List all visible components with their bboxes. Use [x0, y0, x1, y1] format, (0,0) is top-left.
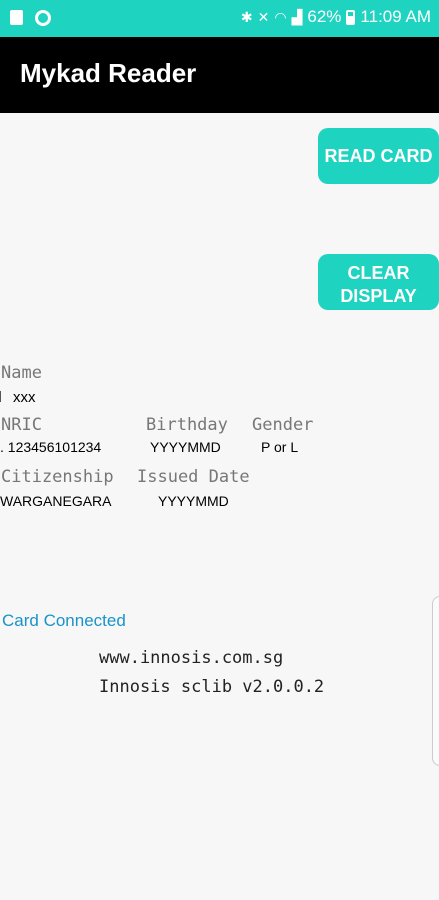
gender-value: P or L [261, 439, 299, 455]
birthday-label: Birthday [146, 415, 228, 435]
signal-icon: ▟ [291, 9, 303, 25]
connection-status: Card Connected [2, 611, 126, 630]
clear-display-button[interactable]: CLEAR DISPLAY [318, 254, 439, 310]
battery-percent: 62% [307, 7, 342, 26]
bluetooth-icon: ✱ [240, 9, 253, 25]
nric-label: NRIC [1, 415, 42, 435]
version-text: Innosis sclib v2.0.0.2 [99, 677, 325, 697]
nric-number: 123456101234 [7, 439, 102, 455]
birthday-value: YYYYMMD [150, 439, 221, 455]
text-cursor [0, 391, 1, 402]
issued-date-value: YYYYMMD [158, 493, 229, 509]
wifi-icon: ◠ [274, 9, 287, 25]
gender-label: Gender [252, 415, 314, 435]
read-card-button[interactable]: READ CARD [318, 128, 439, 184]
battery-icon [346, 9, 356, 25]
citizenship-label: Citizenship [1, 467, 114, 487]
notification-circle-icon [35, 10, 51, 26]
clock: 11:09 AM [360, 7, 431, 26]
system-indicators: ✱ ✕ ◠ ▟ 62% 11:09 AM [241, 7, 431, 27]
citizenship-value: WARGANEGARA [0, 493, 112, 509]
nric-value: . 123456101234 [0, 439, 102, 455]
notification-icons [10, 10, 51, 26]
website-text: www.innosis.com.sg [99, 648, 284, 668]
issued-date-label: Issued Date [137, 467, 250, 487]
edge-panel-handle[interactable] [432, 596, 439, 766]
name-value: xxx [13, 389, 36, 406]
app-bar: Mykad Reader [0, 37, 439, 113]
status-bar: ✱ ✕ ◠ ▟ 62% 11:09 AM [0, 0, 439, 37]
app-title: Mykad Reader [20, 58, 197, 88]
mute-icon: ✕ [257, 9, 270, 25]
name-label: Name [1, 363, 42, 383]
notification-app-icon [10, 10, 23, 25]
